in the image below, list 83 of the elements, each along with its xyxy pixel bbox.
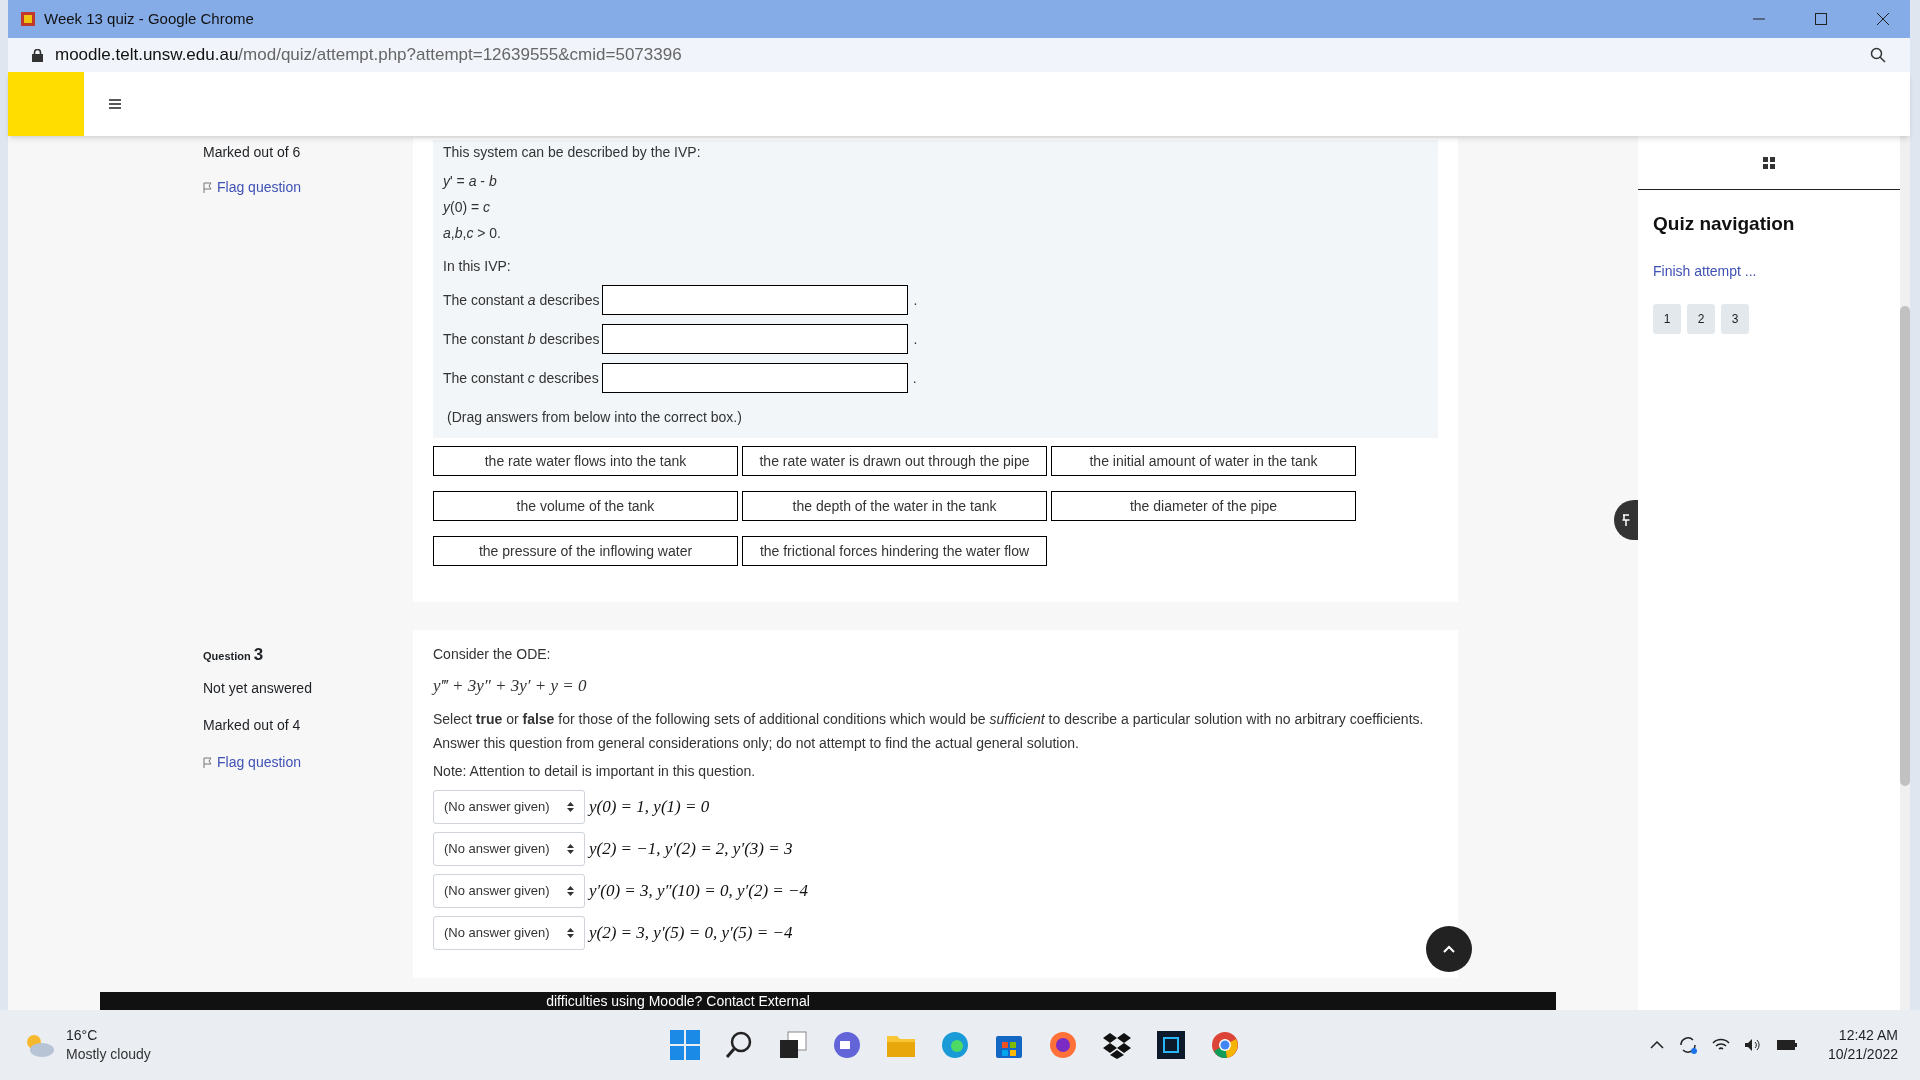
browser-icon[interactable] xyxy=(940,1030,971,1060)
condition-equation: y(0) = 1, y(1) = 0 xyxy=(589,795,710,818)
equation-line: y' = a - b xyxy=(443,172,498,191)
question-nav-button[interactable]: 3 xyxy=(1721,303,1749,334)
clock-date[interactable]: 10/21/2022 xyxy=(1827,1045,1898,1064)
blank-label: The constant c describes xyxy=(443,368,599,388)
zoom-icon[interactable] xyxy=(1870,47,1886,63)
drag-choice[interactable]: the volume of the tank xyxy=(433,491,738,521)
blank-label: The constant b describes xyxy=(443,329,600,349)
footer-text: difficulties using Moodle? Contact External xyxy=(546,992,810,1010)
answer-select[interactable]: (No answer given) xyxy=(433,831,585,866)
sort-arrows-icon xyxy=(567,885,574,896)
pin-icon xyxy=(1622,514,1630,526)
question-number: Question 3 xyxy=(203,644,265,666)
lock-icon xyxy=(32,48,43,62)
scrollbar[interactable] xyxy=(1900,136,1910,1010)
drag-choice[interactable]: the diameter of the pipe xyxy=(1051,491,1356,521)
box-icon[interactable] xyxy=(1102,1030,1133,1060)
start-icon[interactable] xyxy=(670,1030,701,1060)
grid-icon[interactable] xyxy=(1763,156,1775,169)
question-text: Select true or false for those of the following sets of additional conditions which would be sufficient to describe a particular solution with no arbitrary coefficients. Answer this question from general considerations only; do not attempt to find the actual general solution. xyxy=(433,709,1425,753)
flag-question-link[interactable]: Flag question xyxy=(203,751,413,773)
question-mark-info: Marked out of 6 xyxy=(203,143,302,162)
period-text: . xyxy=(913,290,918,310)
question-nav-button[interactable]: 2 xyxy=(1687,303,1715,334)
drag-choice[interactable]: the depth of the water in the tank xyxy=(742,491,1047,521)
question-text: Consider the ODE: xyxy=(433,645,552,664)
browser-icon[interactable] xyxy=(1048,1030,1079,1060)
period-text: . xyxy=(913,329,918,349)
instruction-text: (Drag answers from below into the correct box.) xyxy=(447,408,743,427)
drag-choice[interactable]: the rate water flows into the tank xyxy=(433,446,738,476)
condition-equation: y(2) = −1, y′(2) = 2, y′(3) = 3 xyxy=(589,837,793,860)
sort-arrows-icon xyxy=(567,927,574,938)
drag-choice[interactable]: the initial amount of water in the tank xyxy=(1051,446,1356,476)
temperature-text: 16°C xyxy=(66,1026,99,1045)
flag-icon xyxy=(203,182,213,193)
equation-line: a,b,c > 0. xyxy=(443,224,502,243)
drag-choice[interactable]: the rate water is drawn out through the pipe xyxy=(742,446,1047,476)
answer-select[interactable]: (No answer given) xyxy=(433,789,585,824)
window-title: Week 13 quiz - Google Chrome xyxy=(44,8,254,29)
flag-question-link[interactable]: Flag question xyxy=(203,177,413,198)
scroll-to-top-button[interactable] xyxy=(1426,926,1472,972)
close-icon[interactable] xyxy=(1876,12,1890,26)
question-text: This system can be described by the IVP: xyxy=(443,143,702,162)
wifi-icon[interactable] xyxy=(1711,1038,1730,1052)
drop-box[interactable] xyxy=(601,363,908,393)
answer-select[interactable]: (No answer given) xyxy=(433,915,585,950)
equation-line: y(0) = c xyxy=(443,198,492,217)
chevron-up-icon xyxy=(1443,945,1455,953)
menu-icon[interactable] xyxy=(109,99,121,109)
chat-icon[interactable] xyxy=(832,1030,863,1060)
sync-icon[interactable] xyxy=(1677,1035,1698,1055)
clock-time[interactable]: 12:42 AM xyxy=(1838,1026,1898,1045)
battery-icon[interactable] xyxy=(1775,1038,1798,1052)
speaker-icon[interactable] xyxy=(1743,1038,1762,1052)
chrome-icon[interactable] xyxy=(1210,1030,1241,1060)
weather-text: Mostly cloudy xyxy=(66,1045,151,1064)
pin-button[interactable] xyxy=(1614,500,1638,540)
condition-equation: y(2) = 3, y′(5) = 0, y′(5) = −4 xyxy=(589,921,793,944)
flag-icon xyxy=(203,756,213,768)
question-mark-info: Marked out of 4 xyxy=(203,715,302,735)
question-nav-button[interactable]: 1 xyxy=(1653,303,1681,334)
condition-equation: y′(0) = 3, y″(10) = 0, y′(2) = −4 xyxy=(589,879,808,902)
blank-label: The constant a describes xyxy=(443,290,600,310)
drop-box[interactable] xyxy=(602,285,909,315)
answer-select[interactable]: (No answer given) xyxy=(433,873,585,908)
app-icon[interactable] xyxy=(1156,1030,1187,1060)
note-text: Note: Attention to detail is important in this question. xyxy=(433,761,757,781)
drawer-title: Quiz navigation xyxy=(1653,212,1796,236)
equation: y‴ + 3y″ + 3y′ + y = 0 xyxy=(433,675,588,697)
drag-choice[interactable]: the pressure of the inflowing water xyxy=(433,536,738,566)
finish-attempt-link[interactable]: Finish attempt ... xyxy=(1653,260,1900,282)
sort-arrows-icon xyxy=(567,801,574,812)
chevron-up-icon[interactable] xyxy=(1649,1041,1664,1049)
site-icon xyxy=(20,11,36,27)
drag-choice[interactable]: the frictional forces hindering the water flow xyxy=(742,536,1047,566)
drop-box[interactable] xyxy=(602,324,909,354)
sort-arrows-icon xyxy=(567,843,574,854)
maximize-icon[interactable] xyxy=(1814,12,1828,26)
question-status: Not yet answered xyxy=(203,678,313,698)
question-text: In this IVP: xyxy=(443,257,512,276)
task-view-icon[interactable] xyxy=(778,1030,809,1060)
period-text: . xyxy=(912,368,917,388)
